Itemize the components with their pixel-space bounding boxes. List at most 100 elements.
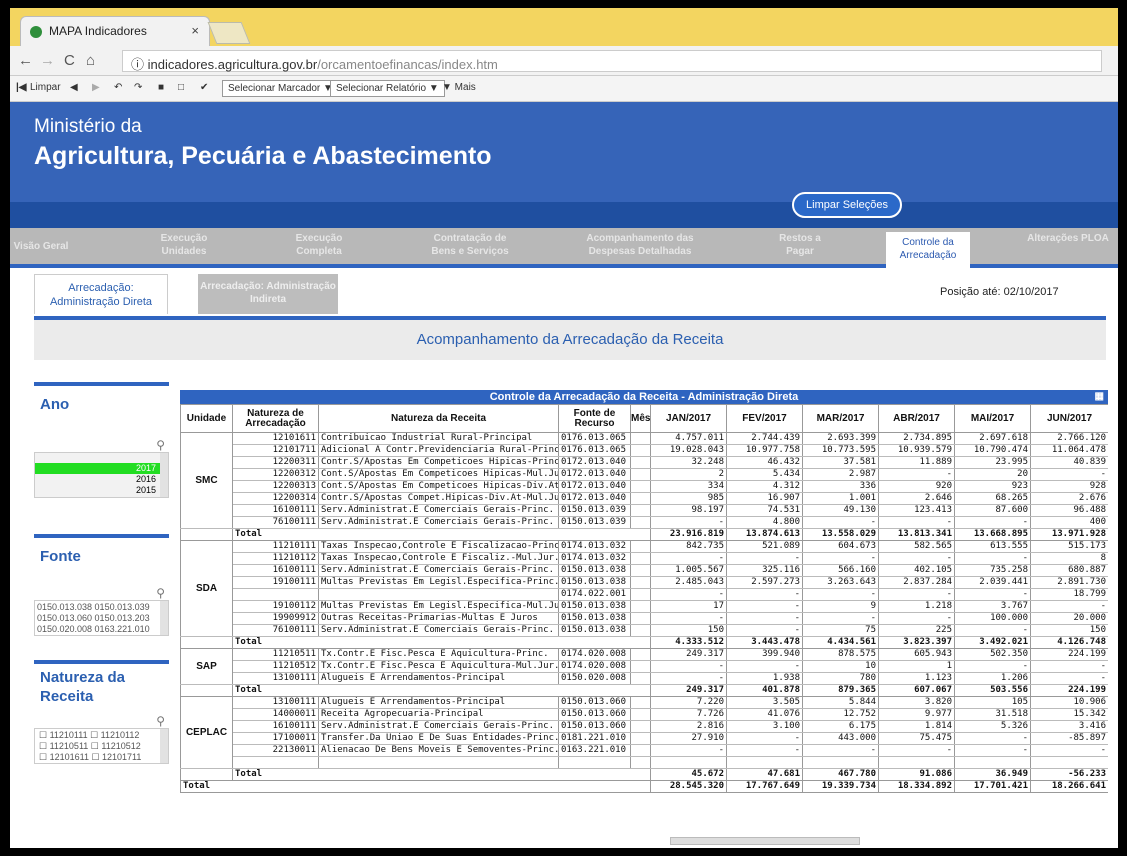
column-header[interactable]: JUN/2017 xyxy=(1030,404,1108,433)
table-row[interactable]: 14000011 Receita Agropecuaria-Principal 01… xyxy=(181,708,1108,721)
fonte-cell: 0163.221.010 xyxy=(558,744,631,757)
fonte-item[interactable]: 0150.013.038 0150.013.039 xyxy=(37,602,158,613)
table-row[interactable]: 19909912 Outras Receitas-Primarias-Multas… xyxy=(181,612,1108,625)
table-row[interactable]: 22130011 Alienacao De Bens Moveis E Semov… xyxy=(181,744,1108,757)
lock-icon[interactable]: ■ xyxy=(158,82,164,93)
scrollbar[interactable] xyxy=(160,729,168,763)
app-toolbar: |◀ Limpar ◀ ▶ ↶ ↷ ■ □ ✔ Selecionar Marca… xyxy=(10,76,1118,102)
value-cell: 32.248 xyxy=(650,456,727,469)
natureza-code-cell: 13100111 xyxy=(232,696,319,709)
nav-visao-geral[interactable]: Visão Geral xyxy=(10,232,72,253)
mes-cell xyxy=(630,516,651,529)
browser-tab[interactable]: MAPA Indicadores × xyxy=(20,16,210,46)
fonte-item[interactable]: 0150.020.008 0163.221.010 xyxy=(37,624,158,635)
table-row[interactable]: 12200313 Cont.S/Apostas Em Competicoes Hi… xyxy=(181,480,1108,493)
ano-item[interactable]: 2017 xyxy=(35,463,168,474)
table-row[interactable]: 19100111 Multas Previstas Em Legisl.Espec… xyxy=(181,576,1108,589)
table-row[interactable]: CEPLAC 13100111 Alugueis E Arrendamentos-P… xyxy=(180,696,1108,769)
back-icon[interactable]: ← xyxy=(18,52,33,69)
redo-icon[interactable]: ↷ xyxy=(134,82,142,93)
natureza-item[interactable]: ☐ 11210511 ☐ 11210512 xyxy=(39,741,158,752)
nav-restos-a-pagar[interactable]: Restos a Pagar xyxy=(774,232,826,258)
table-row[interactable] xyxy=(181,756,1108,769)
table-row[interactable]: 16100111 Serv.Administrat.E Comerciais Ge… xyxy=(181,564,1108,577)
column-header[interactable]: FEV/2017 xyxy=(726,404,803,433)
table-row[interactable]: 13100111 Alugueis E Arrendamentos-Princip… xyxy=(181,672,1108,685)
column-header[interactable]: Fonte de Recurso xyxy=(558,404,631,433)
value-cell xyxy=(878,756,955,769)
nav-contratacao[interactable]: Contratação de Bens e Serviços xyxy=(420,232,520,258)
scrollbar[interactable] xyxy=(160,601,168,635)
info-icon[interactable]: ⓘ xyxy=(131,57,144,72)
nav-controle-arrecadacao[interactable]: Controle da Arrecadação xyxy=(886,232,970,268)
close-tab-icon[interactable]: × xyxy=(191,23,199,38)
column-header[interactable]: JAN/2017 xyxy=(650,404,727,433)
more-button[interactable]: ▼ Mais xyxy=(442,82,476,93)
search-icon[interactable]: ⚲ xyxy=(34,586,169,600)
column-header[interactable]: ABR/2017 xyxy=(878,404,955,433)
report-select[interactable]: Selecionar Relatório ▼ xyxy=(330,80,445,97)
url-input[interactable]: ⓘ indicadores.agricultura.gov.br/orcamen… xyxy=(122,50,1102,72)
table-row[interactable]: 76100111 Serv.Administrat.E Comerciais Ge… xyxy=(181,516,1108,529)
forward-icon[interactable]: → xyxy=(40,52,55,69)
column-header[interactable]: MAI/2017 xyxy=(954,404,1031,433)
fonte-item[interactable]: 0150.013.060 0150.013.203 xyxy=(37,613,158,624)
value-cell: 2.816 xyxy=(650,720,727,733)
horizontal-scrollbar[interactable] xyxy=(670,837,860,845)
clear-selections-button[interactable]: Limpar Seleções xyxy=(792,192,902,218)
column-header[interactable]: Mês xyxy=(630,404,651,433)
check-icon[interactable]: ✔ xyxy=(200,82,208,93)
table-row[interactable]: 11210112 Taxas Inspecao,Controle E Fiscal… xyxy=(181,552,1108,565)
table-row[interactable]: 19100112 Multas Previstas Em Legisl.Espec… xyxy=(181,600,1108,613)
nav-alteracoes-ploa[interactable]: Alterações PLOA xyxy=(1026,232,1110,245)
bookmark-select[interactable]: Selecionar Marcador ▼ xyxy=(222,80,339,97)
ano-item[interactable]: 2016 xyxy=(35,474,168,485)
scrollbar[interactable] xyxy=(160,453,168,497)
column-header[interactable]: Unidade xyxy=(180,404,233,433)
table-row[interactable]: 17100011 Transfer.Da Uniao E De Suas Enti… xyxy=(181,732,1108,745)
value-cell: 11.064.478 xyxy=(1030,444,1108,457)
forward-selection-icon[interactable]: ▶ xyxy=(92,82,100,93)
table-row[interactable]: SAP 11210511 Tx.Contr.E Fisc.Pesca E Aquic… xyxy=(180,648,1108,685)
table-row[interactable]: 76100111 Serv.Administrat.E Comerciais Ge… xyxy=(181,624,1108,637)
natureza-receita-cell: Cont.S/Apostas Em Competicoes Hipicas-Mu… xyxy=(318,468,559,481)
subtotal-value: 13.971.928 xyxy=(1030,528,1108,541)
home-icon[interactable]: ⌂ xyxy=(86,52,95,69)
clear-icon[interactable]: |◀ xyxy=(16,82,27,93)
table-row[interactable]: 12200311 Contr.S/Apostas Em Competicoes H… xyxy=(181,456,1108,469)
value-cell: 10.906 xyxy=(1030,696,1108,709)
column-header[interactable]: Natureza de Arrecadação xyxy=(232,404,319,433)
value-cell: 11.889 xyxy=(878,456,955,469)
export-icon[interactable]: ▦ xyxy=(1095,390,1104,404)
undo-icon[interactable]: ↶ xyxy=(114,82,122,93)
new-tab-button[interactable] xyxy=(207,22,251,44)
unlock-icon[interactable]: □ xyxy=(178,82,184,93)
value-cell: 10.939.579 xyxy=(878,444,955,457)
table-row[interactable]: 16100111 Serv.Administrat.E Comerciais Ge… xyxy=(181,720,1108,733)
table-row[interactable]: 0174.022.001- - - - -18.799 xyxy=(181,588,1108,601)
column-header[interactable]: MAR/2017 xyxy=(802,404,879,433)
tab-administracao-direta[interactable]: Arrecadação: Administração Direta xyxy=(34,274,168,314)
table-row[interactable]: 16100111 Serv.Administrat.E Comerciais Ge… xyxy=(181,504,1108,517)
search-icon[interactable]: ⚲ xyxy=(34,438,169,452)
nav-acompanhamento[interactable]: Acompanhamento das Despesas Detalhadas xyxy=(570,232,710,258)
nav-execucao-completa[interactable]: Execução Completa xyxy=(284,232,354,258)
table-row[interactable]: 11210512 Tx.Contr.E Fisc.Pesca E Aquicult… xyxy=(181,660,1108,673)
nav-execucao-unidades[interactable]: Execução Unidades xyxy=(148,232,220,258)
natureza-item[interactable]: ☐ 11210111 ☐ 11210112 xyxy=(39,730,158,741)
table-row[interactable]: 12200312 Cont.S/Apostas Em Competicoes Hi… xyxy=(181,468,1108,481)
unit-cell: CEPLAC xyxy=(180,696,233,769)
column-header[interactable]: Natureza da Receita xyxy=(318,404,559,433)
table-row[interactable]: 12200314 Contr.S/Apostas Compet.Hipicas-D… xyxy=(181,492,1108,505)
ano-item[interactable]: 2015 xyxy=(35,485,168,496)
search-icon[interactable]: ⚲ xyxy=(34,714,169,728)
reload-icon[interactable]: C xyxy=(64,52,75,69)
back-selection-icon[interactable]: ◀ xyxy=(70,82,78,93)
clear-button[interactable]: Limpar xyxy=(30,82,61,93)
table-row[interactable]: SDA 11210111 Taxas Inspecao,Controle E Fis… xyxy=(180,540,1108,637)
table-row[interactable]: 12101711 Adicional A Contr.Previdenciaria… xyxy=(181,444,1108,457)
table-row[interactable]: SMC 12101611 Contribuicao Industrial Rural… xyxy=(180,432,1108,529)
tab-administracao-indireta[interactable]: Arrecadação: Administração Indireta xyxy=(198,274,338,314)
natureza-item[interactable]: ☐ 12101611 ☐ 12101711 xyxy=(39,752,158,763)
value-cell: 566.160 xyxy=(802,564,879,577)
